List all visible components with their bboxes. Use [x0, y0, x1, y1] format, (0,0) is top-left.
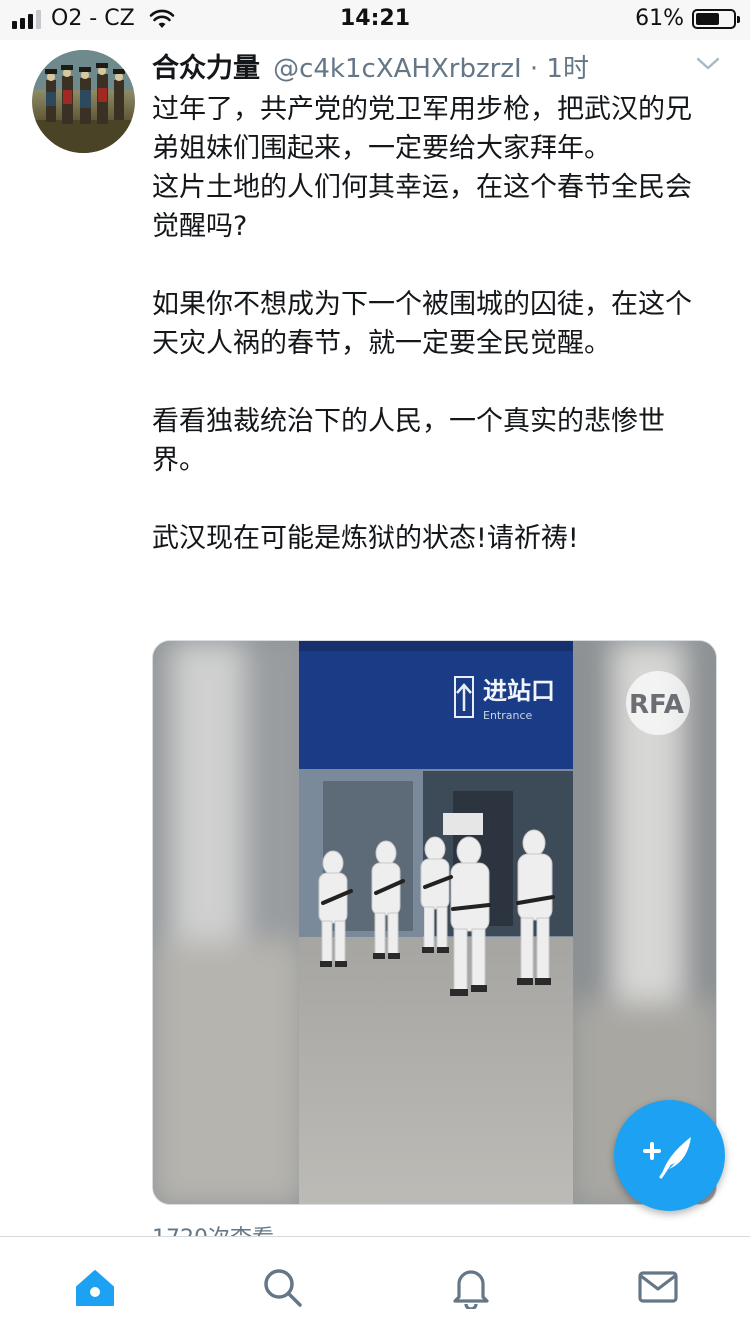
rfa-watermark: RFA	[629, 690, 684, 720]
tweet-paragraph: 过年了，共产党的党卫军用步枪，把武汉的兄弟姐妹们围起来，一定要给大家拜年。	[152, 94, 692, 164]
tweet-paragraph: 看看独裁统治下的人民，一个真实的悲惨世界。	[152, 406, 665, 476]
home-icon[interactable]	[73, 1265, 117, 1309]
battery-percentage: 61%	[635, 6, 684, 31]
tweet-paragraph: 武汉现在可能是炼狱的状态!请祈祷!	[152, 523, 579, 554]
station-sign: 进站口	[483, 677, 555, 705]
status-right: 61%	[635, 6, 740, 31]
bottom-tab-bar	[0, 1236, 750, 1335]
handle-and-time: @c4k1cXAHXrbzrzI · 1时	[273, 54, 589, 84]
tweet-paragraph: 如果你不想成为下一个被围城的囚徒，在这个天灾人祸的春节，就一定要全民觉醒。	[152, 289, 692, 359]
tweet-paragraph: 这片土地的人们何其幸运，在这个春节全民会觉醒吗?	[152, 172, 692, 242]
tweet-text: 过年了，共产党的党卫军用步枪，把武汉的兄弟姐妹们围起来，一定要给大家拜年。 这片…	[152, 90, 712, 558]
battery-icon	[692, 8, 740, 29]
search-icon[interactable]	[260, 1265, 304, 1309]
display-name[interactable]: 合众力量	[152, 53, 260, 84]
tweet-header: 合众力量 @c4k1cXAHXrbzrzI · 1时	[152, 46, 712, 86]
messages-icon[interactable]	[636, 1265, 680, 1309]
station-sign-subtext: Entrance	[483, 709, 533, 722]
chevron-down-icon[interactable]	[696, 56, 720, 72]
notifications-icon[interactable]	[449, 1265, 493, 1309]
compose-feather-icon	[643, 1137, 691, 1179]
avatar[interactable]	[32, 50, 135, 153]
status-bar: O2 - CZ 14:21 61%	[0, 0, 750, 40]
compose-tweet-button[interactable]	[614, 1100, 725, 1211]
